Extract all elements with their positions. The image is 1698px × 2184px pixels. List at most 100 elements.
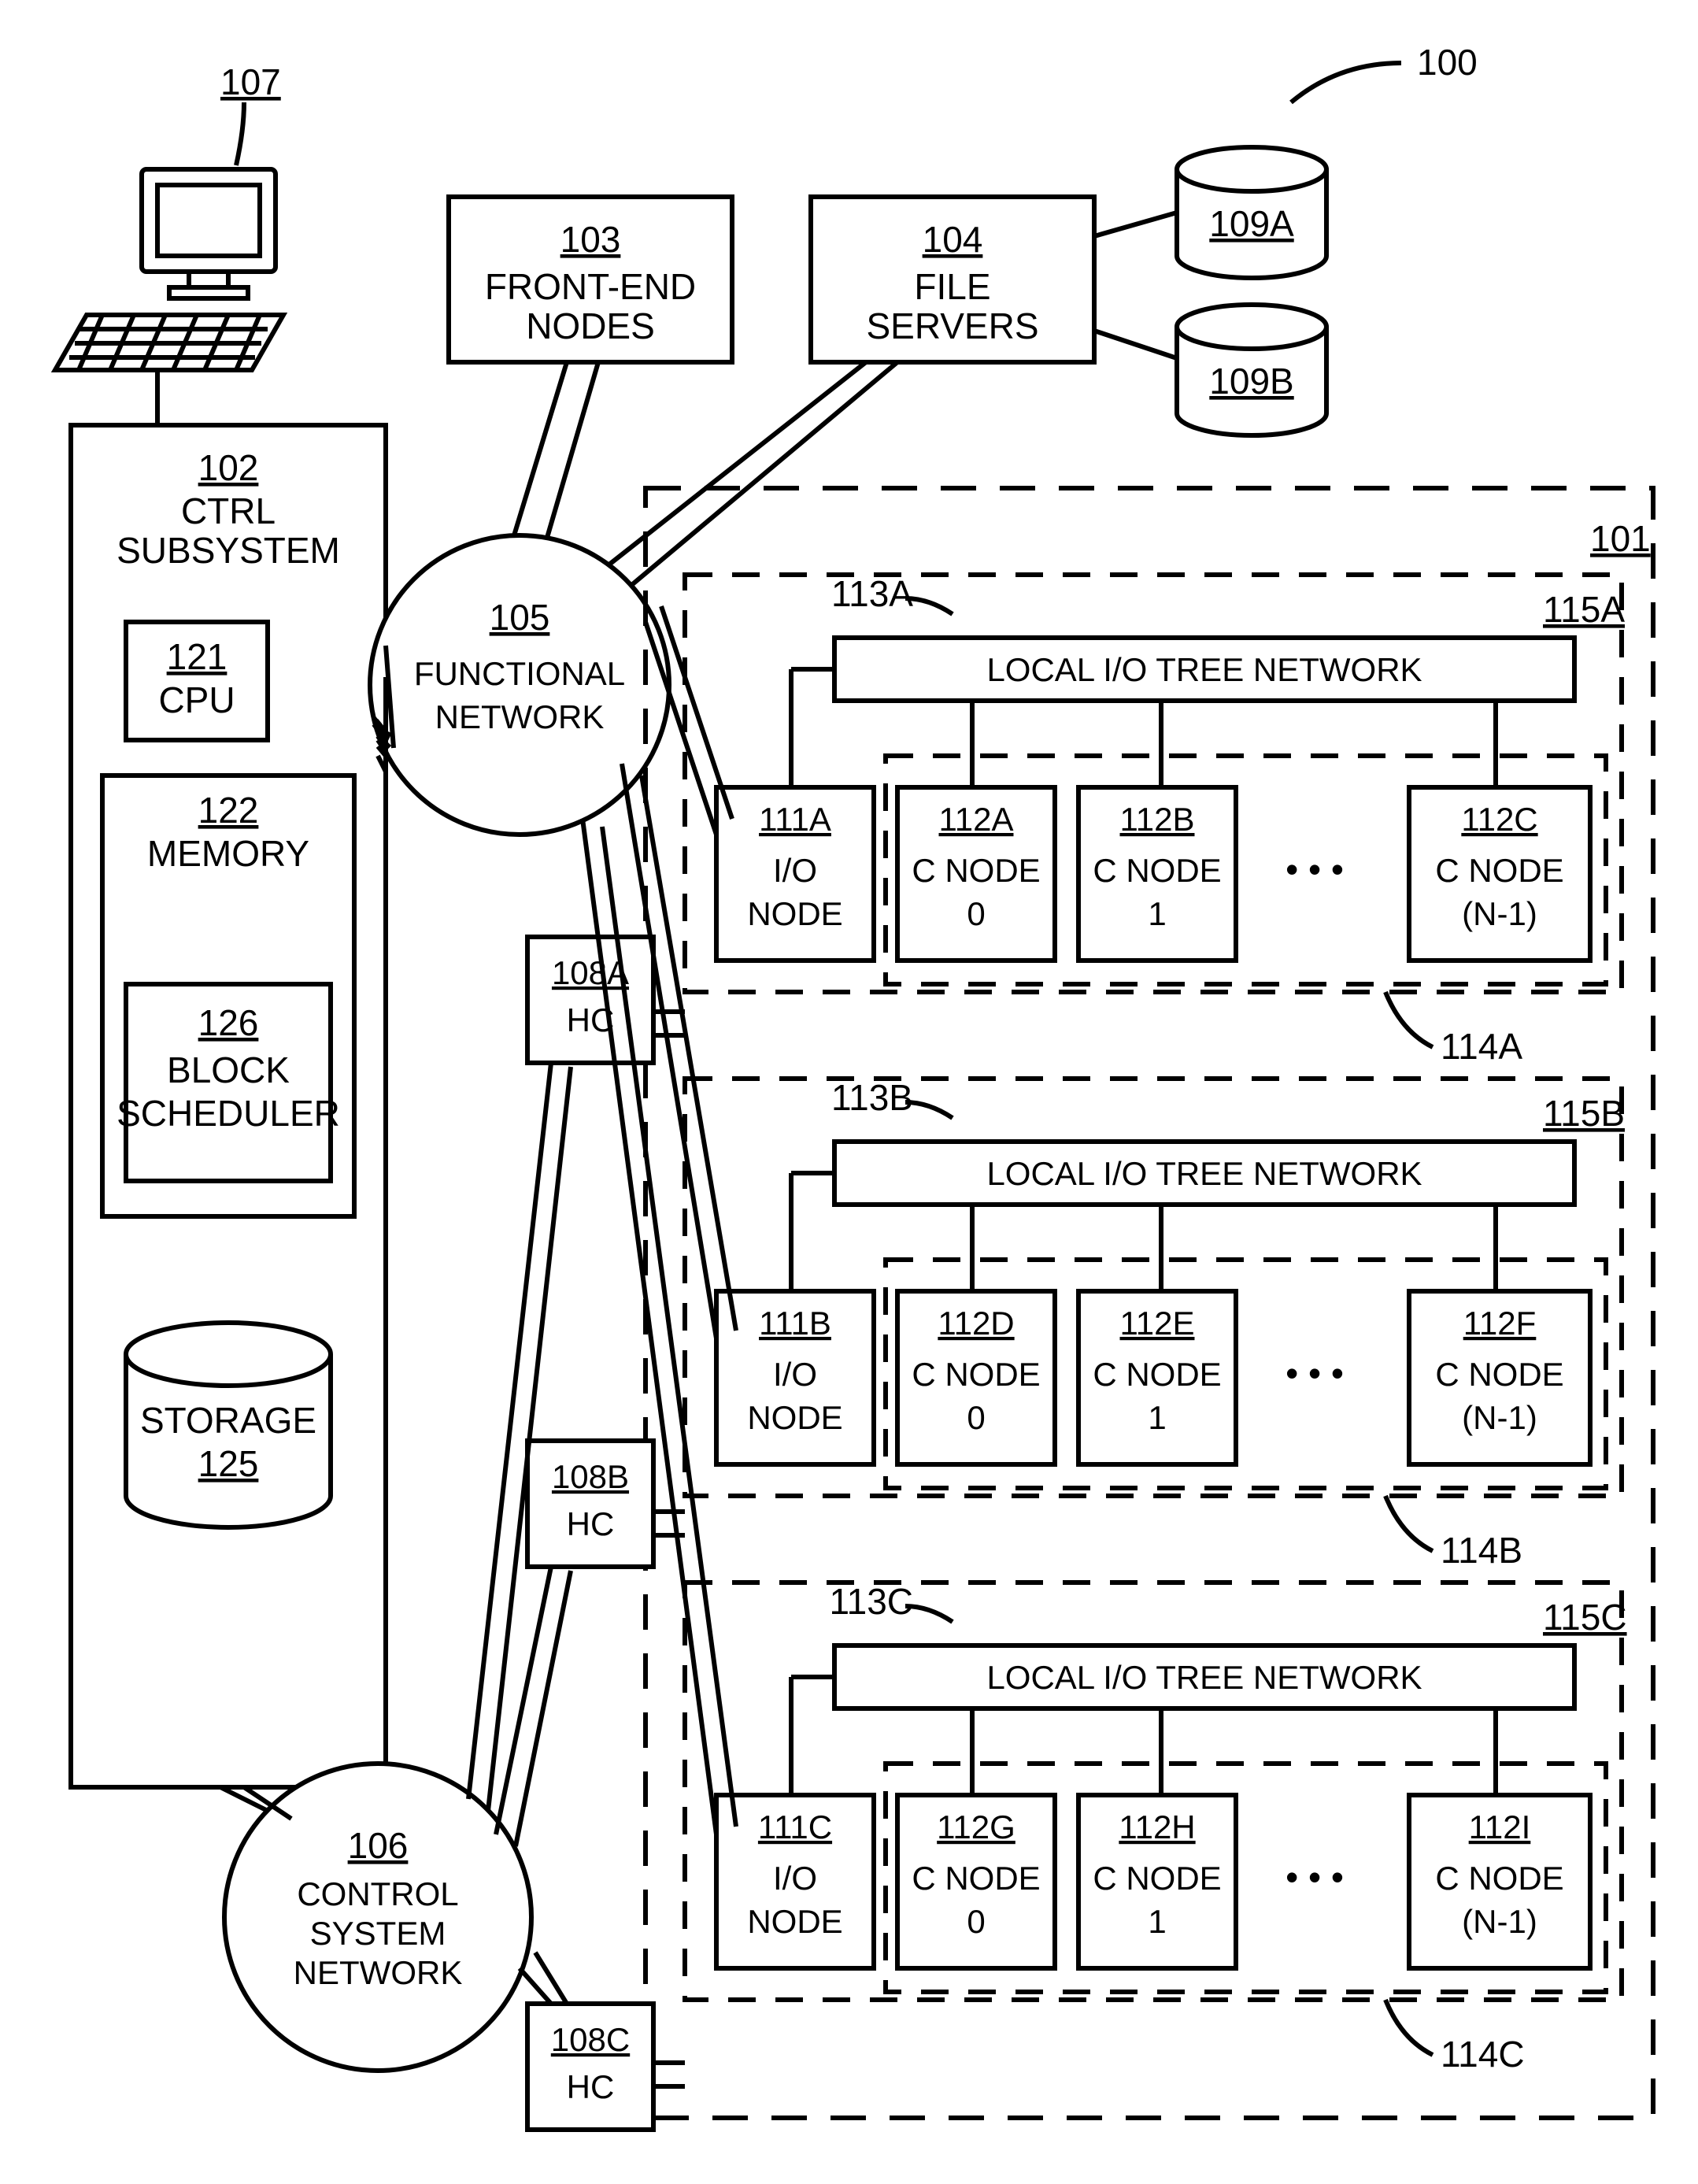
svg-text:C NODE: C NODE bbox=[912, 1356, 1040, 1393]
svg-text:HC: HC bbox=[567, 2068, 615, 2105]
svg-text:CTRL: CTRL bbox=[181, 490, 276, 531]
svg-text:115A: 115A bbox=[1543, 589, 1625, 630]
svg-text:112A: 112A bbox=[939, 801, 1014, 838]
svg-text:109B: 109B bbox=[1209, 361, 1293, 402]
svg-text:I/O: I/O bbox=[773, 852, 817, 889]
svg-text:• • •: • • • bbox=[1286, 1353, 1344, 1394]
disk-109b: 109B bbox=[1094, 305, 1326, 435]
svg-text:NODE: NODE bbox=[747, 895, 842, 932]
svg-text:115B: 115B bbox=[1543, 1093, 1625, 1134]
svg-text:LOCAL I/O TREE NETWORK: LOCAL I/O TREE NETWORK bbox=[986, 651, 1422, 688]
svg-text:(N-1): (N-1) bbox=[1462, 1903, 1537, 1940]
svg-text:C NODE: C NODE bbox=[1093, 852, 1221, 889]
svg-text:126: 126 bbox=[198, 1002, 259, 1043]
svg-text:(N-1): (N-1) bbox=[1462, 1399, 1537, 1436]
svg-text:0: 0 bbox=[967, 1399, 985, 1436]
svg-text:125: 125 bbox=[198, 1443, 259, 1484]
svg-text:FRONT-END: FRONT-END bbox=[485, 266, 696, 307]
svg-text:113B: 113B bbox=[831, 1077, 913, 1118]
svg-text:111B: 111B bbox=[759, 1305, 831, 1342]
hc-108b: 108B HC bbox=[527, 1441, 653, 1567]
node-112b: 112B C NODE 1 bbox=[1078, 787, 1236, 961]
node-112c: 112C C NODE (N-1) bbox=[1409, 787, 1590, 961]
svg-text:122: 122 bbox=[198, 790, 259, 831]
system-diagram: 100 107 102 CTRL SUBSYSTEM 121 CPU 122 M… bbox=[0, 0, 1698, 2184]
svg-text:1: 1 bbox=[1148, 1903, 1166, 1940]
svg-text:SERVERS: SERVERS bbox=[866, 305, 1038, 346]
svg-text:SCHEDULER: SCHEDULER bbox=[117, 1093, 340, 1134]
svg-text:MEMORY: MEMORY bbox=[147, 833, 309, 874]
svg-text:113C: 113C bbox=[829, 1581, 913, 1622]
svg-text:112D: 112D bbox=[938, 1305, 1014, 1342]
svg-text:100: 100 bbox=[1417, 42, 1478, 83]
svg-text:115C: 115C bbox=[1543, 1597, 1627, 1638]
node-111a: 111A I/O NODE bbox=[716, 787, 874, 961]
svg-text:CONTROL: CONTROL bbox=[297, 1875, 458, 1912]
svg-text:C NODE: C NODE bbox=[1435, 852, 1563, 889]
pset-115a: 115A 113A LOCAL I/O TREE NETWORK 111A I/… bbox=[685, 573, 1625, 1067]
hc-108a: 108A HC bbox=[527, 937, 653, 1063]
svg-text:106: 106 bbox=[348, 1825, 409, 1866]
svg-text:112G: 112G bbox=[937, 1808, 1015, 1845]
svg-text:C NODE: C NODE bbox=[912, 1860, 1040, 1897]
svg-text:(N-1): (N-1) bbox=[1462, 895, 1537, 932]
svg-text:113A: 113A bbox=[831, 573, 913, 614]
svg-text:0: 0 bbox=[967, 895, 985, 932]
control-system-network: 106 CONTROL SYSTEM NETWORK bbox=[224, 1764, 531, 2071]
svg-text:107: 107 bbox=[220, 61, 281, 102]
svg-text:NODE: NODE bbox=[747, 1903, 842, 1940]
pset-115b: 115B 113B LOCAL I/O TREE NETWORK 111B I/… bbox=[685, 1077, 1625, 1571]
svg-text:112B: 112B bbox=[1120, 801, 1195, 838]
fig-100-label: 100 bbox=[1291, 42, 1478, 102]
svg-text:114B: 114B bbox=[1441, 1530, 1522, 1571]
svg-text:109A: 109A bbox=[1209, 203, 1294, 244]
disk-109a: 109A bbox=[1094, 147, 1326, 278]
svg-text:NETWORK: NETWORK bbox=[435, 698, 605, 735]
svg-text:105: 105 bbox=[490, 597, 550, 638]
svg-text:112F: 112F bbox=[1463, 1305, 1537, 1342]
svg-text:C NODE: C NODE bbox=[1093, 1356, 1221, 1393]
terminal-icon: 107 bbox=[55, 61, 283, 425]
svg-text:FILE: FILE bbox=[914, 266, 990, 307]
svg-text:114C: 114C bbox=[1441, 2034, 1525, 2075]
svg-text:NETWORK: NETWORK bbox=[294, 1954, 463, 1991]
svg-text:NODES: NODES bbox=[526, 305, 655, 346]
svg-text:LOCAL I/O TREE NETWORK: LOCAL I/O TREE NETWORK bbox=[986, 1155, 1422, 1192]
svg-text:BLOCK: BLOCK bbox=[167, 1049, 290, 1090]
svg-text:SUBSYSTEM: SUBSYSTEM bbox=[117, 530, 340, 571]
svg-text:SYSTEM: SYSTEM bbox=[310, 1915, 446, 1952]
svg-text:112I: 112I bbox=[1469, 1808, 1531, 1845]
svg-text:• • •: • • • bbox=[1286, 1856, 1344, 1897]
ctrl-subsystem: 102 CTRL SUBSYSTEM 121 CPU 122 MEMORY 12… bbox=[71, 425, 386, 1787]
pset-115c: 115C 113C LOCAL I/O TREE NETWORK 111C I/… bbox=[685, 1581, 1627, 2075]
hc-108c: 108C HC bbox=[527, 2004, 653, 2130]
svg-text:111C: 111C bbox=[758, 1808, 832, 1845]
svg-text:108A: 108A bbox=[552, 954, 629, 991]
svg-text:NODE: NODE bbox=[747, 1399, 842, 1436]
svg-text:111A: 111A bbox=[759, 801, 831, 838]
node-112a: 112A C NODE 0 bbox=[897, 787, 1055, 961]
svg-text:CPU: CPU bbox=[158, 679, 235, 720]
svg-text:0: 0 bbox=[967, 1903, 985, 1940]
svg-text:114A: 114A bbox=[1441, 1026, 1522, 1067]
svg-text:104: 104 bbox=[923, 219, 983, 260]
svg-text:I/O: I/O bbox=[773, 1860, 817, 1897]
frontend-nodes: 103 FRONT-END NODES bbox=[449, 197, 732, 551]
svg-text:STORAGE: STORAGE bbox=[140, 1400, 316, 1441]
svg-text:103: 103 bbox=[560, 219, 621, 260]
svg-text:112C: 112C bbox=[1461, 801, 1537, 838]
svg-text:112H: 112H bbox=[1119, 1808, 1195, 1845]
svg-text:C NODE: C NODE bbox=[1435, 1860, 1563, 1897]
svg-text:LOCAL I/O TREE NETWORK: LOCAL I/O TREE NETWORK bbox=[986, 1659, 1422, 1696]
ref-101: 101 bbox=[1590, 518, 1651, 559]
svg-text:FUNCTIONAL: FUNCTIONAL bbox=[414, 655, 625, 692]
svg-text:108B: 108B bbox=[552, 1458, 629, 1495]
svg-text:112E: 112E bbox=[1120, 1305, 1195, 1342]
svg-text:C NODE: C NODE bbox=[912, 852, 1040, 889]
svg-text:C NODE: C NODE bbox=[1093, 1860, 1221, 1897]
svg-text:108C: 108C bbox=[551, 2021, 630, 2058]
svg-text:I/O: I/O bbox=[773, 1356, 817, 1393]
svg-text:121: 121 bbox=[167, 636, 228, 677]
svg-text:1: 1 bbox=[1148, 895, 1166, 932]
ellipsis: • • • bbox=[1286, 849, 1344, 890]
